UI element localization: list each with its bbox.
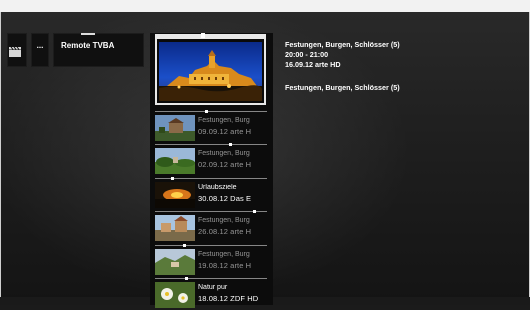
item-date-channel: 02.09.12 arte H xyxy=(198,160,252,169)
item-title: Natur pur xyxy=(198,284,228,291)
remote-tvba-label: Remote TVBA xyxy=(61,41,115,50)
focus-marker xyxy=(201,33,205,38)
recording-info: Festungen, Burgen, Schlösser (5) 20:00 -… xyxy=(285,40,400,93)
item-separator xyxy=(155,210,267,213)
recording-item-4[interactable]: Festungen, Burg 26.08.12 arte H xyxy=(155,210,267,243)
recording-item-3[interactable]: Urlaubsziele 30.08.12 Das E xyxy=(155,177,267,210)
clapperboard-icon xyxy=(9,47,21,57)
separator-marker xyxy=(253,210,256,213)
recording-item-2[interactable]: Festungen, Burg 02.09.12 arte H xyxy=(155,143,267,176)
sunset-thumbnail xyxy=(155,182,195,208)
flowers-thumbnail xyxy=(155,282,195,308)
item-separator xyxy=(155,277,267,280)
info-subtitle: Festungen, Burgen, Schlösser (5) xyxy=(285,83,400,92)
nav-tile-media[interactable] xyxy=(7,33,27,67)
separator-marker xyxy=(183,244,186,247)
item-title: Urlaubsziele xyxy=(198,184,237,191)
nav-tile-remote-tvba[interactable]: Remote TVBA xyxy=(53,33,144,67)
item-date-channel: 26.08.12 arte H xyxy=(198,227,252,236)
info-title: Festungen, Burgen, Schlösser (5) xyxy=(285,40,400,49)
info-time: 20:00 - 21:00 xyxy=(285,50,329,59)
item-title: Festungen, Burg xyxy=(198,150,250,157)
nav-tile-more[interactable]: ... xyxy=(31,33,49,67)
item-separator xyxy=(155,244,267,247)
info-date-channel: 16.09.12 arte HD xyxy=(285,60,341,69)
castle-thumbnail xyxy=(155,115,195,141)
separator-marker xyxy=(171,177,174,180)
separator-marker xyxy=(185,277,188,280)
item-title: Festungen, Burg xyxy=(198,117,250,124)
recording-item-5[interactable]: Festungen, Burg 19.08.12 arte H xyxy=(155,244,267,277)
tile-marker xyxy=(81,33,95,35)
separator-marker xyxy=(205,110,208,113)
separator-marker xyxy=(229,143,232,146)
item-date-channel: 09.09.12 arte H xyxy=(198,127,252,136)
focus-bar xyxy=(155,33,266,38)
recording-item-6[interactable]: Natur pur 18.08.12 ZDF HD xyxy=(155,277,267,310)
landscape-thumbnail xyxy=(155,148,195,174)
castle-night-thumbnail xyxy=(159,42,262,101)
item-date-channel: 30.08.12 Das E xyxy=(198,194,252,203)
item-separator xyxy=(155,110,267,113)
item-title: Festungen, Burg xyxy=(198,251,250,258)
recording-item-1[interactable]: Festungen, Burg 09.09.12 arte H xyxy=(155,110,267,143)
item-separator xyxy=(155,177,267,180)
item-title: Festungen, Burg xyxy=(198,217,250,224)
focused-recording[interactable] xyxy=(155,33,266,105)
item-date-channel: 19.08.12 arte H xyxy=(198,261,252,270)
castle-thumbnail xyxy=(155,215,195,241)
top-border xyxy=(0,0,530,12)
more-label: ... xyxy=(36,41,44,50)
item-separator xyxy=(155,143,267,146)
item-date-channel: 18.08.12 ZDF HD xyxy=(198,294,259,303)
valley-thumbnail xyxy=(155,249,195,275)
